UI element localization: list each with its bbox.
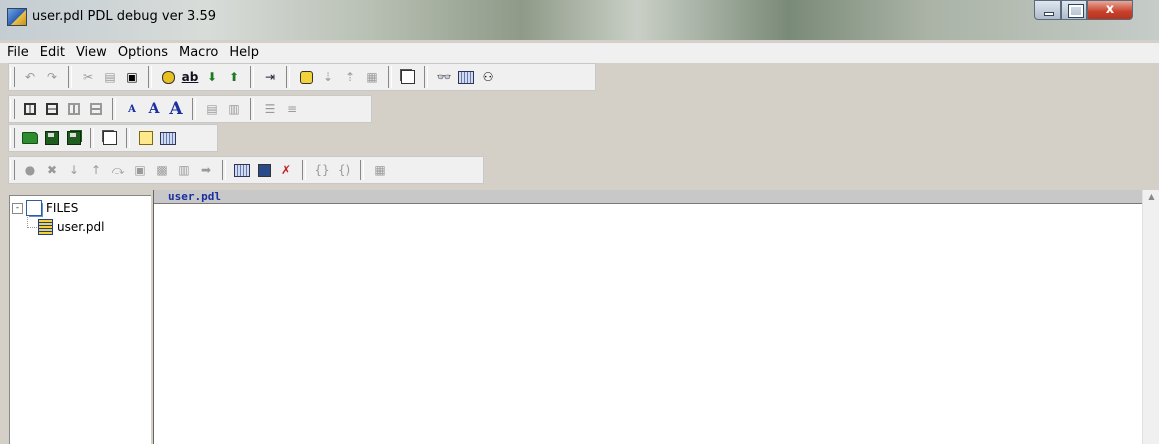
editor-scrollbar[interactable]: ▲ (1142, 190, 1159, 444)
cascade-icon[interactable]: ▥ (223, 98, 245, 120)
find-next-icon[interactable]: ⬇ (201, 66, 223, 88)
pdl-file-icon (38, 219, 53, 235)
goto-icon[interactable]: ⇥ (259, 66, 281, 88)
tile-icon[interactable]: ▤ (201, 98, 223, 120)
save-all-icon[interactable] (63, 127, 85, 149)
copy-pages-icon[interactable] (99, 127, 121, 149)
step-over-icon[interactable]: ⤼ (107, 159, 129, 181)
clipboard-icon[interactable] (397, 66, 419, 88)
font-large-icon[interactable]: A (165, 98, 187, 120)
run-to-cursor-icon[interactable]: ▣ (129, 159, 151, 181)
clear-bookmark-icon[interactable]: ▦ (361, 66, 383, 88)
menu-edit[interactable]: Edit (36, 43, 69, 63)
split-vertical-icon[interactable] (19, 98, 41, 120)
memory-icon[interactable] (253, 159, 275, 181)
step-out-icon[interactable]: ↑ (85, 159, 107, 181)
toolbar-separator (250, 98, 254, 120)
next-bookmark-icon[interactable]: ⇣ (317, 66, 339, 88)
menu-help[interactable]: Help (225, 43, 263, 63)
menu-macro[interactable]: Macro (175, 43, 222, 63)
registers-icon[interactable]: ▦ (369, 159, 391, 181)
scroll-up-icon[interactable]: ▲ (1143, 192, 1159, 206)
toolbar-separator (222, 160, 226, 180)
toolbar-grip[interactable] (10, 99, 15, 119)
tree-item-user-pdl[interactable]: user.pdl (38, 219, 104, 235)
cut-icon[interactable]: ✂ (77, 66, 99, 88)
undo-icon[interactable]: ↶ (19, 66, 41, 88)
print-icon[interactable] (157, 127, 179, 149)
watch-icon[interactable] (231, 159, 253, 181)
copy-icon[interactable]: ▤ (99, 66, 121, 88)
font-small-icon[interactable]: A (121, 98, 143, 120)
clear-breakpoint-icon[interactable]: ✖ (41, 159, 63, 181)
binoculars-icon[interactable]: 👓 (433, 66, 455, 88)
breakpoint-icon[interactable]: ● (19, 159, 41, 181)
toolbar-separator (286, 66, 290, 88)
bookmark-icon[interactable] (295, 66, 317, 88)
close-button[interactable]: x (1087, 0, 1133, 20)
menu-file[interactable]: File (3, 43, 33, 63)
toolbar-separator (424, 66, 428, 88)
tree-root[interactable]: - FILES (12, 200, 78, 216)
toolbar-grip[interactable] (10, 128, 15, 148)
step-into-icon[interactable]: ↓ (63, 159, 85, 181)
tree-root-label: FILES (46, 201, 79, 215)
indent-icon[interactable]: ☰ (259, 98, 281, 120)
toolbar-separator (126, 128, 130, 148)
stop-icon[interactable]: ▥ (173, 159, 195, 181)
font-medium-icon[interactable]: A (143, 98, 165, 120)
toolbar-separator (112, 98, 116, 120)
outdent-icon[interactable]: ≡ (281, 98, 303, 120)
toolbar-separator (68, 66, 72, 88)
app-icon (7, 8, 27, 26)
redo-icon[interactable]: ↷ (41, 66, 63, 88)
restart-icon[interactable]: ▩ (151, 159, 173, 181)
brace-open-icon[interactable]: {} (311, 159, 333, 181)
brace-close-icon[interactable]: {) (333, 159, 355, 181)
toolbar-separator (388, 66, 392, 88)
clear-watch-icon[interactable]: ✗ (275, 159, 297, 181)
minimize-button[interactable] (1034, 0, 1061, 20)
toolbar-separator (360, 160, 364, 180)
replace-icon[interactable]: ab (179, 66, 201, 88)
toolbar-file (10, 126, 179, 150)
editor-pane[interactable]: user.pdl (153, 190, 1142, 444)
toolbar-separator (148, 66, 152, 88)
collapse-icon[interactable]: - (12, 202, 23, 214)
files-folder-icon (26, 200, 42, 216)
tree-item-label: user.pdl (57, 220, 105, 234)
editor-tab-title: user.pdl (154, 190, 1142, 204)
preview-icon[interactable] (135, 127, 157, 149)
go-arrow-icon[interactable]: ➡ (195, 159, 217, 181)
binoculars-next-icon[interactable]: ⚇ (477, 66, 499, 88)
close-icon: x (1105, 2, 1115, 17)
tree-connector (27, 227, 37, 228)
file-tree: - FILES user.pdl (9, 195, 151, 444)
toolbar-edit: ↶ ↷ ✂ ▤ ▣ ab ⬇ ⬆ ⇥ ⇣ ⇡ ▦ 👓 ⚇ (10, 65, 499, 89)
split-horizontal-icon[interactable] (41, 98, 63, 120)
split-quad-icon[interactable] (85, 98, 107, 120)
menu-bar: File Edit View Options Macro Help (0, 43, 1159, 63)
save-icon[interactable] (41, 127, 63, 149)
toolbar-separator (90, 128, 94, 148)
toolbar-separator (250, 66, 254, 88)
menu-view[interactable]: View (72, 43, 111, 63)
toolbar-grip[interactable] (10, 160, 15, 180)
menu-options[interactable]: Options (114, 43, 172, 63)
toolbar-grip[interactable] (10, 67, 15, 87)
find-prev-icon[interactable]: ⬆ (223, 66, 245, 88)
split-left-icon[interactable] (63, 98, 85, 120)
maximize-button[interactable] (1061, 0, 1087, 20)
find-in-files-icon[interactable] (455, 66, 477, 88)
open-folder-icon[interactable] (19, 127, 41, 149)
toolbar-separator (192, 98, 196, 120)
toolbar-view: A A A ▤ ▥ ☰ ≡ (10, 97, 303, 121)
title-bar: user.pdl PDL debug ver 3.59 x (0, 0, 1159, 40)
toolbar-debug: ● ✖ ↓ ↑ ⤼ ▣ ▩ ▥ ➡ ✗ {} {) ▦ (10, 158, 391, 182)
find-icon[interactable] (157, 66, 179, 88)
window-title: user.pdl PDL debug ver 3.59 (32, 9, 217, 24)
paste-icon[interactable]: ▣ (121, 66, 143, 88)
prev-bookmark-icon[interactable]: ⇡ (339, 66, 361, 88)
toolbar-separator (302, 160, 306, 180)
